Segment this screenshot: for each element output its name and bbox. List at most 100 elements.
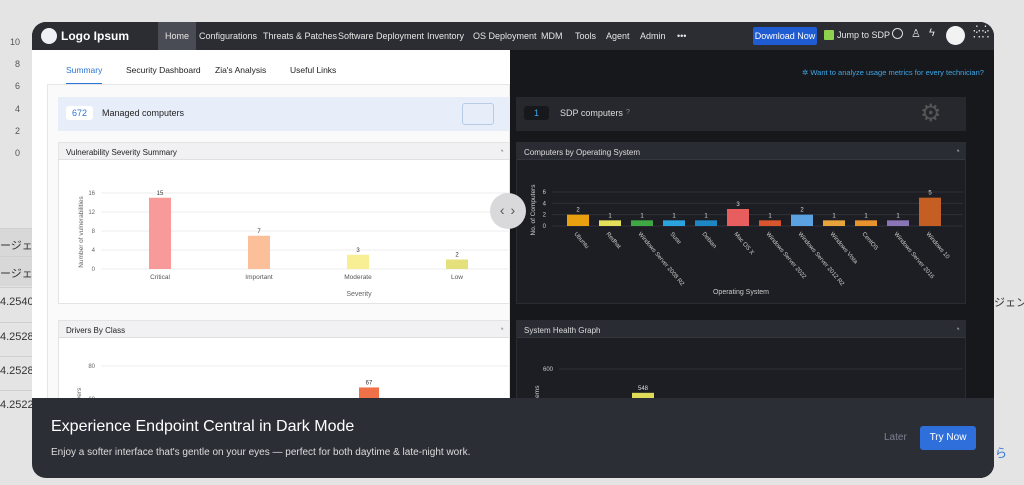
chart-settings-icon[interactable]: ◔ [955,324,960,334]
tab-security-dashboard[interactable]: Security Dashboard [126,65,201,75]
avatar[interactable] [946,26,965,45]
nav-software-deployment[interactable]: Software Deployment [331,22,431,50]
bar [695,220,717,226]
nav-inventory[interactable]: Inventory [420,22,471,50]
tab-useful-links[interactable]: Useful Links [290,65,336,75]
bar [727,209,749,226]
bar [663,220,685,226]
card-title: System Health Graph [517,321,965,338]
card-title: Computers by Operating System [517,143,965,160]
try-now-button[interactable]: Try Now [920,426,976,450]
bg-y-tick: 8 [14,59,20,69]
bg-text: ジェン [994,297,1024,309]
dark-mode-banner: Experience Endpoint Central in Dark Mode… [32,398,994,478]
x-tick-label: Important [245,274,273,281]
y-tick-label: 2 [543,213,547,219]
search-icon[interactable] [892,28,903,39]
y-tick-label: 4 [92,248,96,254]
gear-illustration-icon: ⚙ [920,100,942,127]
bg-y-tick: 10 [9,37,20,47]
x-tick-label: Suse [668,231,682,246]
nav-os-deployment[interactable]: OS Deployment [466,22,544,50]
logo-icon [41,28,57,44]
nav-admin[interactable]: Admin [633,22,673,50]
later-button[interactable]: Later [884,432,907,443]
bg-table-header: ージェン [0,228,34,258]
card-title: Drivers By Class [59,321,509,338]
bg-y-tick: 0 [14,148,20,158]
x-tick-label: CentOS [860,231,878,251]
data-label: 67 [366,380,373,386]
bg-table-row: 4.2522. [0,390,34,420]
sdp-icon [824,30,834,40]
x-tick-label: Low [451,274,463,281]
banner-text: Enjoy a softer interface that's gentle o… [51,447,471,458]
sdp-count: 1 [524,106,550,120]
data-label: 2 [800,208,804,214]
y-axis-label: Number of vulnerabilities [78,195,85,267]
computer-illustration-icon [462,103,494,125]
more-menu-icon[interactable]: ••• [670,22,693,50]
chart-settings-icon[interactable]: ◔ [955,146,960,156]
bar [248,235,270,269]
data-label: 2 [576,208,580,214]
data-label: 3 [356,248,360,254]
tab-zias-analysis[interactable]: Zia's Analysis [215,65,266,75]
y-tick-label: 8 [92,229,96,235]
app-grid-icon[interactable]: ∴∴ ∴∴ [973,23,990,41]
x-tick-label: Debian [700,231,717,249]
nav-home[interactable]: Home [158,22,197,50]
y-tick-label: 0 [92,267,96,273]
sdp-computers-widget[interactable]: 1 SDP computers ? ⚙ [516,97,966,131]
usage-metrics-text: Want to analyze usage metrics for every … [810,68,984,77]
comparison-slider-handle[interactable]: ‹› [490,193,526,229]
bar [791,214,813,226]
managed-label: Managed computers [102,108,185,118]
y-tick-label: 0 [543,224,547,230]
card-title: Vulnerability Severity Summary [59,143,509,160]
tab-summary[interactable]: Summary [66,65,103,85]
y-tick-label: 6 [543,190,547,196]
vulnerability-card: Vulnerability Severity Summary ◔ 0 4 8 12 16… [58,142,511,304]
bg-y-tick: 2 [14,126,20,136]
x-tick-label: Windows Vista [828,231,858,265]
dark-mode-preview-modal: Logo Ipsum Home Configurations Threats &… [32,22,994,478]
nav-tools[interactable]: Tools [568,22,603,50]
bar [599,220,621,226]
os-card: Computers by Operating System ◔ 0 2 4 6 2 Ubu… [516,142,966,304]
nav-mdm[interactable]: MDM [534,22,570,50]
data-label: 15 [157,191,164,197]
chart-settings-icon[interactable]: ◔ [499,146,504,156]
usage-metrics-link[interactable]: ✲ Want to analyze usage metrics for ever… [802,68,984,77]
bar [919,197,941,226]
bg-y-tick: 6 [14,81,20,91]
x-tick-label: Mac OS X [732,231,754,256]
os-chart: 02462Ubuntu1Redhat1Windows Server 2008 R… [530,184,963,296]
bar [631,220,653,226]
top-navigation-bar: Logo Ipsum Home Configurations Threats &… [32,22,994,50]
bg-link[interactable]: ら [995,444,1007,461]
managed-computers-widget[interactable]: 672 Managed computers [58,97,510,131]
y-axis-label: No. of Computers [530,184,537,236]
bg-y-tick: 4 [14,104,20,114]
y-tick-label: 16 [88,191,95,197]
x-tick-label: Ubuntu [572,231,589,250]
lightning-icon[interactable]: ϟ [929,27,935,39]
rocket-icon[interactable]: ♙ [911,27,921,40]
bar [855,220,877,226]
bg-table-row: 4.2540. [0,287,34,317]
download-now-button[interactable]: Download Now [753,27,817,45]
bar [887,220,909,226]
y-tick-label: 80 [88,364,95,370]
nav-configurations[interactable]: Configurations [192,22,264,50]
bg-table-header: ージェン [0,256,34,286]
help-icon[interactable]: ? [626,109,630,116]
nav-agent[interactable]: Agent [599,22,637,50]
bg-table-row: 4.2528. [0,322,34,352]
data-label: 548 [638,386,649,392]
bg-table-row: 4.2528. [0,356,34,386]
chart-settings-icon[interactable]: ◔ [499,324,504,334]
jump-to-sdp-link[interactable]: Jump to SDP [837,30,890,40]
x-axis-label: Severity [346,291,372,298]
data-label: 2 [455,253,459,259]
